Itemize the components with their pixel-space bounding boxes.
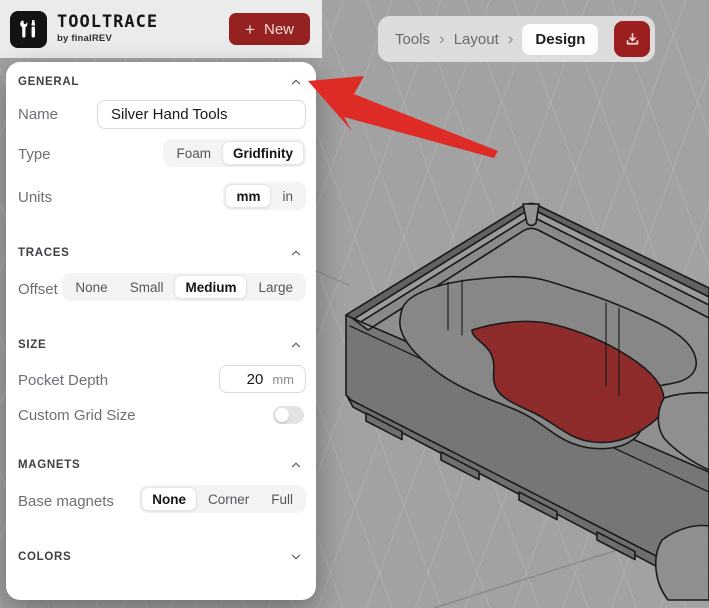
- chevron-up-icon[interactable]: [289, 458, 303, 472]
- breadcrumb: Tools › Layout › Design: [378, 16, 656, 62]
- app-logo[interactable]: [10, 10, 47, 48]
- type-toggle: Foam Gridfinity: [163, 139, 306, 167]
- chevron-down-icon[interactable]: [289, 550, 303, 564]
- base-magnets-toggle: None Corner Full: [139, 485, 306, 513]
- base-magnets-option-none[interactable]: None: [141, 487, 197, 511]
- offset-label: Offset: [18, 281, 58, 298]
- type-label: Type: [18, 146, 51, 163]
- section-header-size[interactable]: SIZE: [18, 337, 303, 353]
- section-title: TRACES: [18, 247, 70, 259]
- plus-icon: +: [245, 19, 255, 39]
- section-header-magnets[interactable]: MAGNETS: [18, 457, 303, 473]
- tools-icon: [19, 20, 35, 38]
- download-button[interactable]: [614, 21, 651, 57]
- toggle-knob: [275, 408, 289, 422]
- section-title: SIZE: [18, 339, 47, 351]
- section-title: MAGNETS: [18, 459, 81, 471]
- name-label: Name: [18, 106, 59, 123]
- chevron-right-icon: ›: [439, 28, 445, 48]
- pocket-depth-unit: mm: [272, 371, 294, 387]
- app-subtitle: by finalREV: [57, 33, 112, 45]
- units-toggle: mm in: [223, 182, 306, 210]
- chevron-up-icon[interactable]: [289, 246, 303, 260]
- logo-text: TOOLTRACE by finalREV: [57, 14, 158, 44]
- top-header: TOOLTRACE by finalREV + New: [0, 0, 322, 58]
- breadcrumb-design-active[interactable]: Design: [522, 23, 599, 55]
- section-header-general[interactable]: GENERAL: [18, 74, 303, 90]
- offset-option-large[interactable]: Large: [247, 275, 304, 299]
- chevron-up-icon[interactable]: [289, 75, 303, 89]
- base-magnets-label: Base magnets: [18, 493, 114, 510]
- chevron-right-icon: ›: [507, 28, 514, 48]
- app-window: TOOLTRACE by finalREV + New Tools › Layo…: [0, 0, 709, 608]
- ground-axis-line: [315, 270, 350, 286]
- units-option-in[interactable]: in: [271, 184, 304, 208]
- name-input[interactable]: [97, 100, 306, 129]
- section-header-colors[interactable]: COLORS: [18, 549, 303, 565]
- pocket-depth-input[interactable]: 20 mm: [219, 365, 306, 393]
- offset-option-small[interactable]: Small: [119, 275, 175, 299]
- offset-option-medium[interactable]: Medium: [174, 275, 248, 299]
- type-option-foam[interactable]: Foam: [165, 141, 222, 165]
- offset-toggle: None Small Medium Large: [62, 273, 306, 301]
- breadcrumb-layout[interactable]: Layout: [454, 31, 499, 48]
- settings-panel: GENERAL Name Type Foam Gridfinity Units …: [6, 62, 316, 600]
- section-title: COLORS: [18, 551, 72, 563]
- app-title: TOOLTRACE: [57, 12, 159, 33]
- type-option-gridfinity[interactable]: Gridfinity: [222, 141, 304, 165]
- base-magnets-option-full[interactable]: Full: [260, 487, 304, 511]
- offset-option-none[interactable]: None: [64, 275, 118, 299]
- units-option-mm[interactable]: mm: [225, 184, 272, 208]
- breadcrumb-tools[interactable]: Tools: [395, 31, 430, 48]
- custom-grid-label: Custom Grid Size: [18, 407, 136, 424]
- section-title: GENERAL: [18, 76, 80, 88]
- units-label: Units: [18, 189, 53, 206]
- chevron-up-icon[interactable]: [289, 338, 303, 352]
- custom-grid-toggle[interactable]: [273, 406, 304, 424]
- base-magnets-option-corner[interactable]: Corner: [197, 487, 260, 511]
- download-icon: [626, 32, 639, 45]
- new-button[interactable]: + New: [229, 13, 310, 45]
- pocket-depth-label: Pocket Depth: [18, 372, 109, 389]
- pocket-depth-value: 20: [246, 370, 264, 388]
- section-header-traces[interactable]: TRACES: [18, 245, 303, 261]
- new-button-label: New: [263, 20, 294, 38]
